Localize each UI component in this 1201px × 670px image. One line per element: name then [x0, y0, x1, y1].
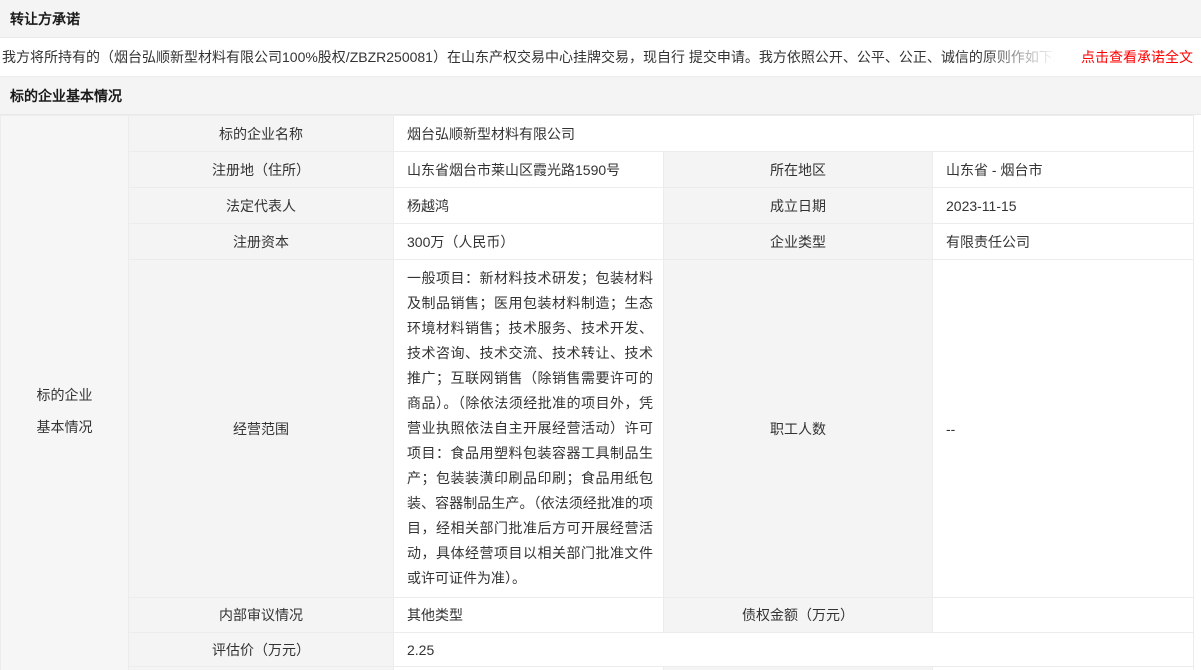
value-appraisal-price: 2.25 — [394, 633, 1194, 667]
table-row: 标的企业 基本情况 标的企业名称 烟台弘顺新型材料有限公司 — [1, 116, 1194, 152]
commitment-row: 我方将所持有的（烟台弘顺新型材料有限公司100%股权/ZBZR250081）在山… — [0, 38, 1201, 77]
label-registered-capital: 注册资本 — [129, 224, 394, 260]
transferor-commitment-title: 转让方承诺 — [10, 9, 80, 29]
value-debt-amount — [933, 598, 1194, 633]
value-region: 山东省 - 烟台市 — [933, 152, 1194, 188]
business-scope-text: 一般项目：新材料技术研发；包装材料及制品销售；医用包装材料制造；生态环境材料销售… — [407, 262, 653, 595]
label-enterprise-type: 企业类型 — [664, 224, 933, 260]
table-row: 注册地（住所） 山东省烟台市莱山区霞光路1590号 所在地区 山东省 - 烟台市 — [1, 152, 1194, 188]
label-region: 所在地区 — [664, 152, 933, 188]
label-establish-date: 成立日期 — [664, 188, 933, 224]
label-appraisal-price: 评估价（万元） — [129, 633, 394, 667]
cutoff-label-cell-2 — [664, 667, 933, 670]
cutoff-value-cell-2 — [933, 667, 1194, 670]
value-business-scope: 一般项目：新材料技术研发；包装材料及制品销售；医用包装材料制造；生态环境材料销售… — [394, 260, 664, 598]
label-internal-review: 内部审议情况 — [129, 598, 394, 633]
label-company-name: 标的企业名称 — [129, 116, 394, 152]
target-basic-info-header: 标的企业基本情况 — [0, 77, 1201, 115]
cutoff-label-cell-1 — [129, 667, 394, 670]
target-basic-info-title: 标的企业基本情况 — [10, 86, 122, 106]
company-info-table: 标的企业 基本情况 标的企业名称 烟台弘顺新型材料有限公司 注册地（住所） 山东… — [0, 115, 1194, 670]
table-row: 评估价（万元） 2.25 — [1, 633, 1194, 667]
table-row: 注册资本 300万（人民币） 企业类型 有限责任公司 — [1, 224, 1194, 260]
table-row: 经营范围 一般项目：新材料技术研发；包装材料及制品销售；医用包装材料制造；生态环… — [1, 260, 1194, 598]
value-registered-capital: 300万（人民币） — [394, 224, 664, 260]
label-employee-count: 职工人数 — [664, 260, 933, 598]
view-full-commitment-link[interactable]: 点击查看承诺全文 — [1075, 47, 1201, 67]
cutoff-value-cell-1 — [394, 667, 664, 670]
value-company-name: 烟台弘顺新型材料有限公司 — [394, 116, 1194, 152]
label-business-scope: 经营范围 — [129, 260, 394, 598]
value-legal-representative: 杨越鸿 — [394, 188, 664, 224]
table-row: 法定代表人 杨越鸿 成立日期 2023-11-15 — [1, 188, 1194, 224]
commitment-text: 我方将所持有的（烟台弘顺新型材料有限公司100%股权/ZBZR250081）在山… — [2, 47, 1075, 67]
value-internal-review: 其他类型 — [394, 598, 664, 633]
row-group-label-line2: 基本情况 — [1, 411, 128, 443]
label-debt-amount: 债权金额（万元） — [664, 598, 933, 633]
label-registered-address: 注册地（住所） — [129, 152, 394, 188]
row-group-header: 标的企业 基本情况 — [1, 116, 129, 670]
value-establish-date: 2023-11-15 — [933, 188, 1194, 224]
value-employee-count: -- — [933, 260, 1194, 598]
value-registered-address: 山东省烟台市莱山区霞光路1590号 — [394, 152, 664, 188]
label-legal-representative: 法定代表人 — [129, 188, 394, 224]
table-row: 内部审议情况 其他类型 债权金额（万元） — [1, 598, 1194, 633]
value-enterprise-type: 有限责任公司 — [933, 224, 1194, 260]
table-row-cutoff — [1, 667, 1194, 670]
row-group-label-line1: 标的企业 — [1, 379, 128, 411]
transferor-commitment-header: 转让方承诺 — [0, 0, 1201, 38]
